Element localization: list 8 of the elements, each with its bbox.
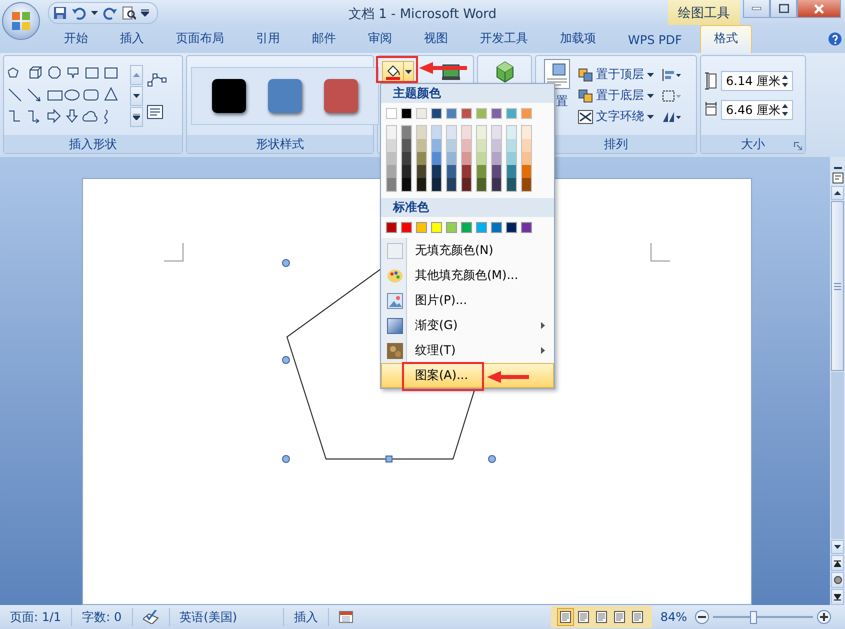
context-tab-header: 绘图工具	[668, 0, 740, 25]
menu-heading: 标准色	[381, 198, 554, 217]
position-label: 置	[555, 93, 568, 110]
group-label: 插入形状	[4, 135, 182, 153]
group-label: 大小	[741, 136, 765, 152]
menu-heading: 主题颜色	[381, 84, 554, 103]
group-label: 形状样式	[187, 135, 373, 153]
window-title: 文档 1 - Microsoft Word	[348, 6, 497, 23]
